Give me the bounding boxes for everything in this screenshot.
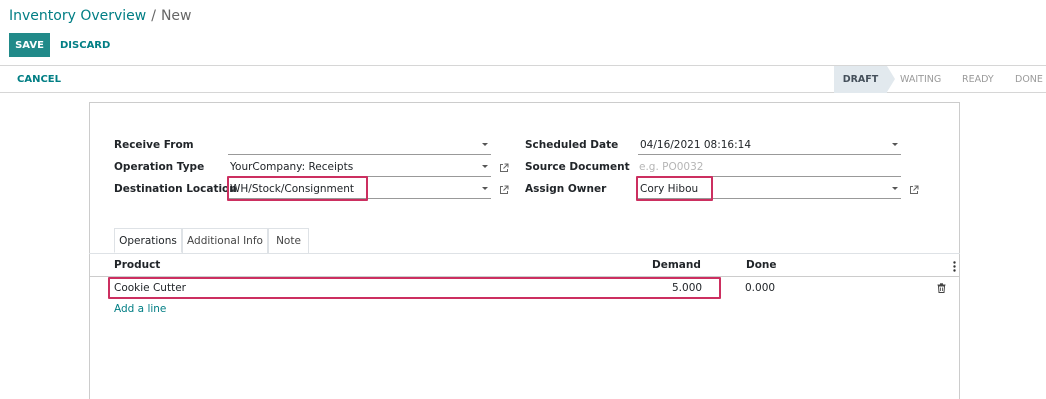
- external-link-icon[interactable]: [909, 185, 919, 195]
- external-link-icon[interactable]: [499, 163, 509, 173]
- scheduled-date-label: Scheduled Date: [525, 139, 619, 151]
- breadcrumb: Inventory Overview / New: [9, 8, 192, 24]
- status-step-done: DONE: [1015, 74, 1043, 85]
- operation-type-label: Operation Type: [114, 161, 205, 173]
- scheduled-date-value: 04/16/2021 08:16:14: [640, 138, 752, 151]
- tab-additional-info[interactable]: Additional Info: [182, 228, 268, 253]
- dropdown-caret-icon[interactable]: [482, 187, 488, 190]
- tab-note[interactable]: Note: [268, 228, 309, 253]
- kebab-menu-icon[interactable]: [953, 261, 956, 272]
- dropdown-caret-icon[interactable]: [482, 143, 488, 146]
- destination-location-highlight: [227, 176, 368, 201]
- statusbar: CANCEL DRAFT WAITING READY DONE: [0, 66, 1046, 93]
- breadcrumb-current: New: [160, 8, 192, 24]
- product-row-highlight: [108, 277, 721, 299]
- dropdown-caret-icon[interactable]: [892, 187, 898, 190]
- source-document-label: Source Document: [525, 161, 630, 173]
- cancel-button[interactable]: CANCEL: [17, 66, 61, 93]
- assign-owner-label: Assign Owner: [525, 183, 607, 195]
- row-done-cell[interactable]: 0.000: [745, 282, 775, 294]
- destination-location-label: Destination Location: [114, 183, 237, 195]
- receive-from-field[interactable]: [228, 135, 491, 155]
- control-panel: Inventory Overview / New SAVE DISCARD: [0, 0, 1046, 66]
- trash-icon[interactable]: [937, 283, 946, 293]
- status-step-draft: DRAFT: [834, 66, 895, 93]
- column-header-done[interactable]: Done: [746, 259, 777, 271]
- dropdown-caret-icon[interactable]: [482, 165, 488, 168]
- column-header-product[interactable]: Product: [114, 259, 160, 271]
- status-step-ready: READY: [962, 74, 994, 85]
- tab-divider: [89, 253, 960, 254]
- status-step-waiting: WAITING: [900, 74, 942, 85]
- source-document-placeholder: e.g. PO0032: [639, 160, 704, 173]
- add-line-link[interactable]: Add a line: [114, 303, 166, 315]
- breadcrumb-separator: /: [151, 8, 156, 24]
- source-document-field[interactable]: e.g. PO0032: [638, 157, 901, 177]
- assign-owner-highlight: [636, 176, 713, 201]
- dropdown-caret-icon[interactable]: [892, 143, 898, 146]
- tab-operations[interactable]: Operations: [114, 228, 182, 253]
- operation-type-value: YourCompany: Receipts: [230, 160, 354, 173]
- save-button[interactable]: SAVE: [9, 33, 50, 57]
- operation-type-field[interactable]: YourCompany: Receipts: [228, 157, 491, 177]
- discard-button[interactable]: DISCARD: [60, 33, 110, 57]
- scheduled-date-field[interactable]: 04/16/2021 08:16:14: [638, 135, 901, 155]
- column-header-demand[interactable]: Demand: [652, 259, 701, 271]
- breadcrumb-parent-link[interactable]: Inventory Overview: [9, 8, 146, 24]
- external-link-icon[interactable]: [499, 185, 509, 195]
- receive-from-label: Receive From: [114, 139, 194, 151]
